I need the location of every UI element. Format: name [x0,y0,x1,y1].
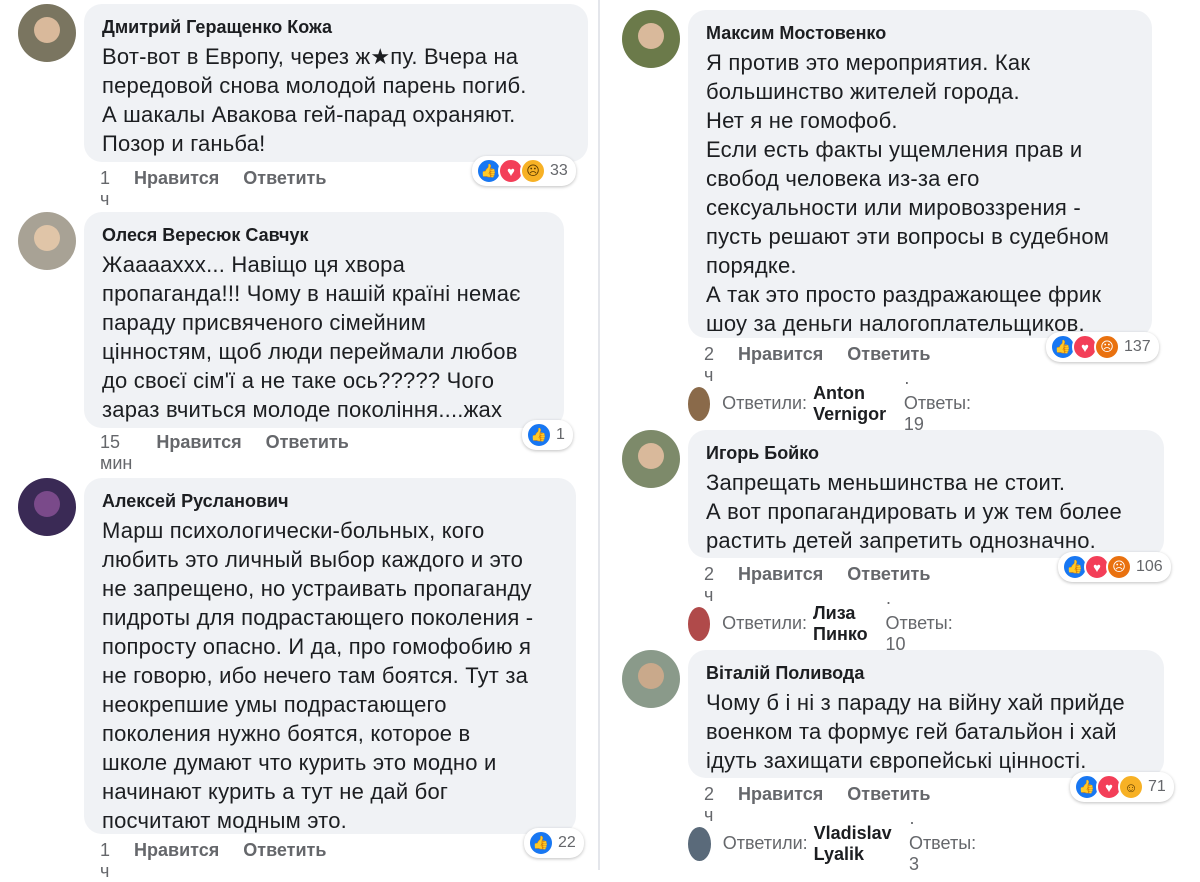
comment-author[interactable]: Игорь Бойко [706,442,1146,464]
like-button[interactable]: Нравится [134,168,219,210]
comment-actions: 15 мин Нравится Ответить [100,432,349,474]
reply-avatar [688,606,711,641]
reaction-summary[interactable]: 👍 22 [524,828,584,858]
like-button[interactable]: Нравится [134,840,219,882]
avatar[interactable] [622,430,680,488]
comment-author[interactable]: Віталій Поливода [706,662,1146,684]
reaction-count: 137 [1124,338,1151,355]
comment-actions: 1 ч Нравится Ответить [100,840,326,882]
comment-time[interactable]: 1 ч [100,840,110,882]
comment-text: Я против это мероприятия. Как большинств… [706,50,1110,336]
like-icon: 👍 [526,422,552,448]
reply-button[interactable]: Ответить [243,168,326,210]
comment-text: Вот-вот в Европу, через ж★пу. Вчера на п… [102,44,527,156]
replies-count: · Ответы: 19 [903,372,972,434]
comment-text: Жааааххх... Навіщо ця хвора пропаганда!!… [102,252,521,422]
comment-author[interactable]: Максим Мостовенко [706,22,1134,44]
comment-author[interactable]: Олеся Вересюк Савчук [102,224,546,246]
avatar[interactable] [18,478,76,536]
replies-author[interactable]: Vladislav Lyalik [814,823,903,865]
reaction-summary[interactable]: 👍 ♥ ☺ 71 [1070,772,1174,802]
reply-avatar [688,386,711,421]
comment-author[interactable]: Алексей Русланович [102,490,558,512]
view-replies-link[interactable]: Ответили: Anton Vernigor · Ответы: 19 [688,372,971,435]
comment-bubble: Дмитрий Геращенко Кожа Вот-вот в Европу,… [84,4,588,162]
reaction-count: 22 [558,834,576,851]
replies-count: · Ответы: 3 [908,812,977,874]
comment-actions: 1 ч Нравится Ответить [100,168,326,210]
comment-bubble: Игорь Бойко Запрещать меньшинства не сто… [688,430,1164,558]
reaction-summary[interactable]: 👍 1 [522,420,573,450]
view-replies-link[interactable]: Ответили: Vladislav Lyalik · Ответы: 3 [688,812,976,875]
comment-time[interactable]: 15 мин [100,432,132,474]
reply-button[interactable]: Ответить [243,840,326,882]
replies-label: Ответили: [722,393,808,413]
column-divider [598,0,600,870]
reaction-count: 106 [1136,558,1163,575]
angry-icon: ☹ [1106,554,1132,580]
reaction-count: 71 [1148,778,1166,795]
avatar[interactable] [622,10,680,68]
comment-bubble: Алексей Русланович Марш психологически-б… [84,478,576,834]
view-replies-link[interactable]: Ответили: Лиза Пинко · Ответы: 10 [688,592,953,655]
reaction-summary[interactable]: 👍 ♥ ☹ 137 [1046,332,1159,362]
replies-author[interactable]: Anton Vernigor [813,383,898,425]
replies-author[interactable]: Лиза Пинко [813,603,879,645]
comment-author[interactable]: Дмитрий Геращенко Кожа [102,16,570,38]
replies-label: Ответили: [722,833,808,853]
comment-bubble: Віталій Поливода Чому б і ні з параду на… [688,650,1164,778]
haha-icon: ☺ [1118,774,1144,800]
comment-bubble: Максим Мостовенко Я против это мероприят… [688,10,1152,338]
avatar[interactable] [18,4,76,62]
avatar[interactable] [622,650,680,708]
sad-icon: ☹ [520,158,546,184]
replies-count: · Ответы: 10 [885,592,953,654]
like-icon: 👍 [528,830,554,856]
angry-icon: ☹ [1094,334,1120,360]
comment-text: Запрещать меньшинства не стоит. А вот пр… [706,470,1122,553]
reaction-count: 1 [556,426,565,443]
reaction-count: 33 [550,162,568,179]
comment-time[interactable]: 1 ч [100,168,110,210]
comment-text: Чому б і ні з параду на війну хай прийде… [706,690,1125,773]
avatar[interactable] [18,212,76,270]
like-button[interactable]: Нравится [156,432,241,474]
reply-button[interactable]: Ответить [266,432,349,474]
reply-avatar [688,826,711,861]
reaction-summary[interactable]: 👍 ♥ ☹ 33 [472,156,576,186]
reaction-summary[interactable]: 👍 ♥ ☹ 106 [1058,552,1171,582]
replies-label: Ответили: [722,613,808,633]
comment-bubble: Олеся Вересюк Савчук Жааааххх... Навіщо … [84,212,564,428]
comment-text: Марш психологически-больных, кого любить… [102,518,534,833]
